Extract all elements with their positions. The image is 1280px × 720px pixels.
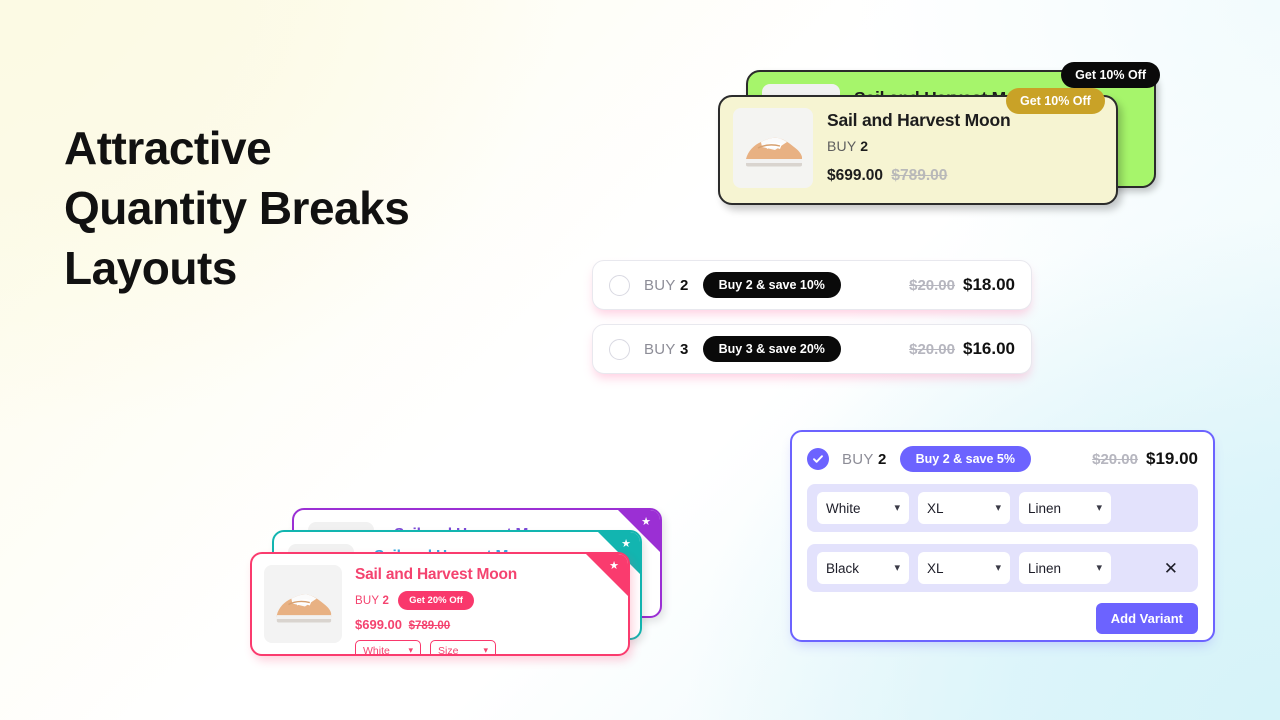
chevron-down-icon: ▾ xyxy=(995,501,1001,514)
size-select[interactable]: XL ▾ xyxy=(918,492,1010,524)
size-select-value: Size xyxy=(438,644,459,656)
color-select-value: Black xyxy=(826,560,860,576)
product-card-pink[interactable]: ★ Sail and Harvest Moon BUY 2 Get 20% Of… xyxy=(250,552,630,656)
discount-badge-black: Get 10% Off xyxy=(1061,62,1160,88)
current-price: $699.00 xyxy=(827,167,884,184)
variant-selection-card[interactable]: BUY 2 Buy 2 & save 5% $20.00 $19.00 Whit… xyxy=(790,430,1215,642)
buy-quantity-label: BUY 2 xyxy=(827,138,869,154)
price-row: $20.00 $19.00 xyxy=(1092,449,1198,469)
price-row: $20.00 $16.00 xyxy=(909,339,1015,359)
page-title-line-1: Attractive xyxy=(64,122,272,174)
product-thumbnail xyxy=(264,565,342,643)
chevron-down-icon: ▾ xyxy=(995,561,1001,574)
material-select[interactable]: Linen ▾ xyxy=(1019,492,1111,524)
current-price: $19.00 xyxy=(1146,449,1198,468)
chevron-down-icon: ▾ xyxy=(408,645,413,655)
size-select[interactable]: XL ▾ xyxy=(918,552,1010,584)
star-icon: ★ xyxy=(641,516,651,528)
radio-button-icon[interactable] xyxy=(609,338,630,360)
savings-tag: Buy 2 & save 5% xyxy=(899,446,1031,472)
buy-and-tag-row: BUY 2 Get 20% Off xyxy=(355,591,517,610)
size-select[interactable]: Size ▾ xyxy=(430,640,496,656)
chevron-down-icon: ▾ xyxy=(894,501,900,514)
color-select[interactable]: White ▾ xyxy=(355,640,421,656)
material-select-value: Linen xyxy=(1028,500,1062,516)
discount-badge-gold: Get 10% Off xyxy=(1006,88,1105,114)
variant-row: White ▾ XL ▾ Linen ▾ xyxy=(807,484,1198,532)
corner-ribbon: ★ xyxy=(586,554,628,596)
size-select-value: XL xyxy=(927,500,944,516)
buy-quantity-label: BUY 3 xyxy=(644,340,689,358)
page-title-line-3: Layouts xyxy=(64,242,237,294)
discount-tag: Get 20% Off xyxy=(398,591,474,610)
price-row: $699.00 $789.00 xyxy=(827,167,1010,185)
buy-quantity-label: BUY 2 xyxy=(644,276,689,294)
remove-variant-icon[interactable]: ✕ xyxy=(1164,560,1178,577)
product-thumbnail xyxy=(733,108,813,188)
product-title: Sail and Harvest Moon xyxy=(355,566,518,583)
size-select-value: XL xyxy=(927,560,944,576)
original-price: $20.00 xyxy=(909,277,955,294)
original-price: $20.00 xyxy=(1092,451,1138,468)
savings-tag: Buy 2 & save 10% xyxy=(702,272,841,298)
sneaker-image xyxy=(276,594,332,622)
quantity-break-options: BUY 2 Buy 2 & save 10% $20.00 $18.00 BUY… xyxy=(592,260,1032,388)
color-select[interactable]: Black ▾ xyxy=(817,552,909,584)
quantity-option-row[interactable]: BUY 3 Buy 3 & save 20% $20.00 $16.00 xyxy=(592,324,1032,374)
checkbox-checked-icon[interactable] xyxy=(807,448,829,470)
savings-tag: Buy 3 & save 20% xyxy=(702,336,841,362)
variant-card-header: BUY 2 Buy 2 & save 5% $20.00 $19.00 xyxy=(807,446,1198,472)
chevron-down-icon: ▾ xyxy=(894,561,900,574)
add-variant-button[interactable]: Add Variant xyxy=(1095,603,1198,634)
original-price: $20.00 xyxy=(909,341,955,358)
current-price: $699.00 xyxy=(355,617,402,632)
original-price: $789.00 xyxy=(891,167,948,184)
price-row: $699.00 $789.00 xyxy=(355,617,517,632)
current-price: $18.00 xyxy=(963,275,1015,294)
current-price: $16.00 xyxy=(963,339,1015,358)
top-card-stack: Sail and Harvest Moon Get 10% Off Sail a… xyxy=(718,62,1160,215)
star-icon: ★ xyxy=(621,538,631,550)
price-row: $20.00 $18.00 xyxy=(909,275,1015,295)
chevron-down-icon: ▾ xyxy=(1096,501,1102,514)
sneaker-image xyxy=(746,137,802,167)
corner-triangle xyxy=(586,554,628,596)
bottom-card-stack: ★ Sail and Harvest Moon ★ Sail and Harve… xyxy=(250,508,680,658)
page-title-line-2: Quantity Breaks xyxy=(64,182,410,234)
variant-row: Black ▾ XL ▾ Linen ▾ ✕ xyxy=(807,544,1198,592)
buy-quantity-label: BUY 2 xyxy=(842,450,887,468)
color-select[interactable]: White ▾ xyxy=(817,492,909,524)
check-icon xyxy=(813,455,823,463)
color-select-value: White xyxy=(826,500,861,516)
variant-selects: White ▾ Size ▾ xyxy=(355,640,517,656)
color-select-value: White xyxy=(363,644,390,656)
material-select[interactable]: Linen ▾ xyxy=(1019,552,1111,584)
variant-card-footer: Add Variant xyxy=(807,603,1198,634)
material-select-value: Linen xyxy=(1028,560,1062,576)
radio-button-icon[interactable] xyxy=(609,274,630,296)
star-icon: ★ xyxy=(609,560,619,572)
product-title: Sail and Harvest Moon xyxy=(827,110,1011,130)
quantity-option-row[interactable]: BUY 2 Buy 2 & save 10% $20.00 $18.00 xyxy=(592,260,1032,310)
page-title: Attractive Quantity Breaks Layouts xyxy=(64,118,534,298)
original-price: $789.00 xyxy=(408,620,451,632)
buy-quantity-label: BUY 2 xyxy=(355,594,390,607)
chevron-down-icon: ▾ xyxy=(1096,561,1102,574)
chevron-down-icon: ▾ xyxy=(483,645,488,655)
